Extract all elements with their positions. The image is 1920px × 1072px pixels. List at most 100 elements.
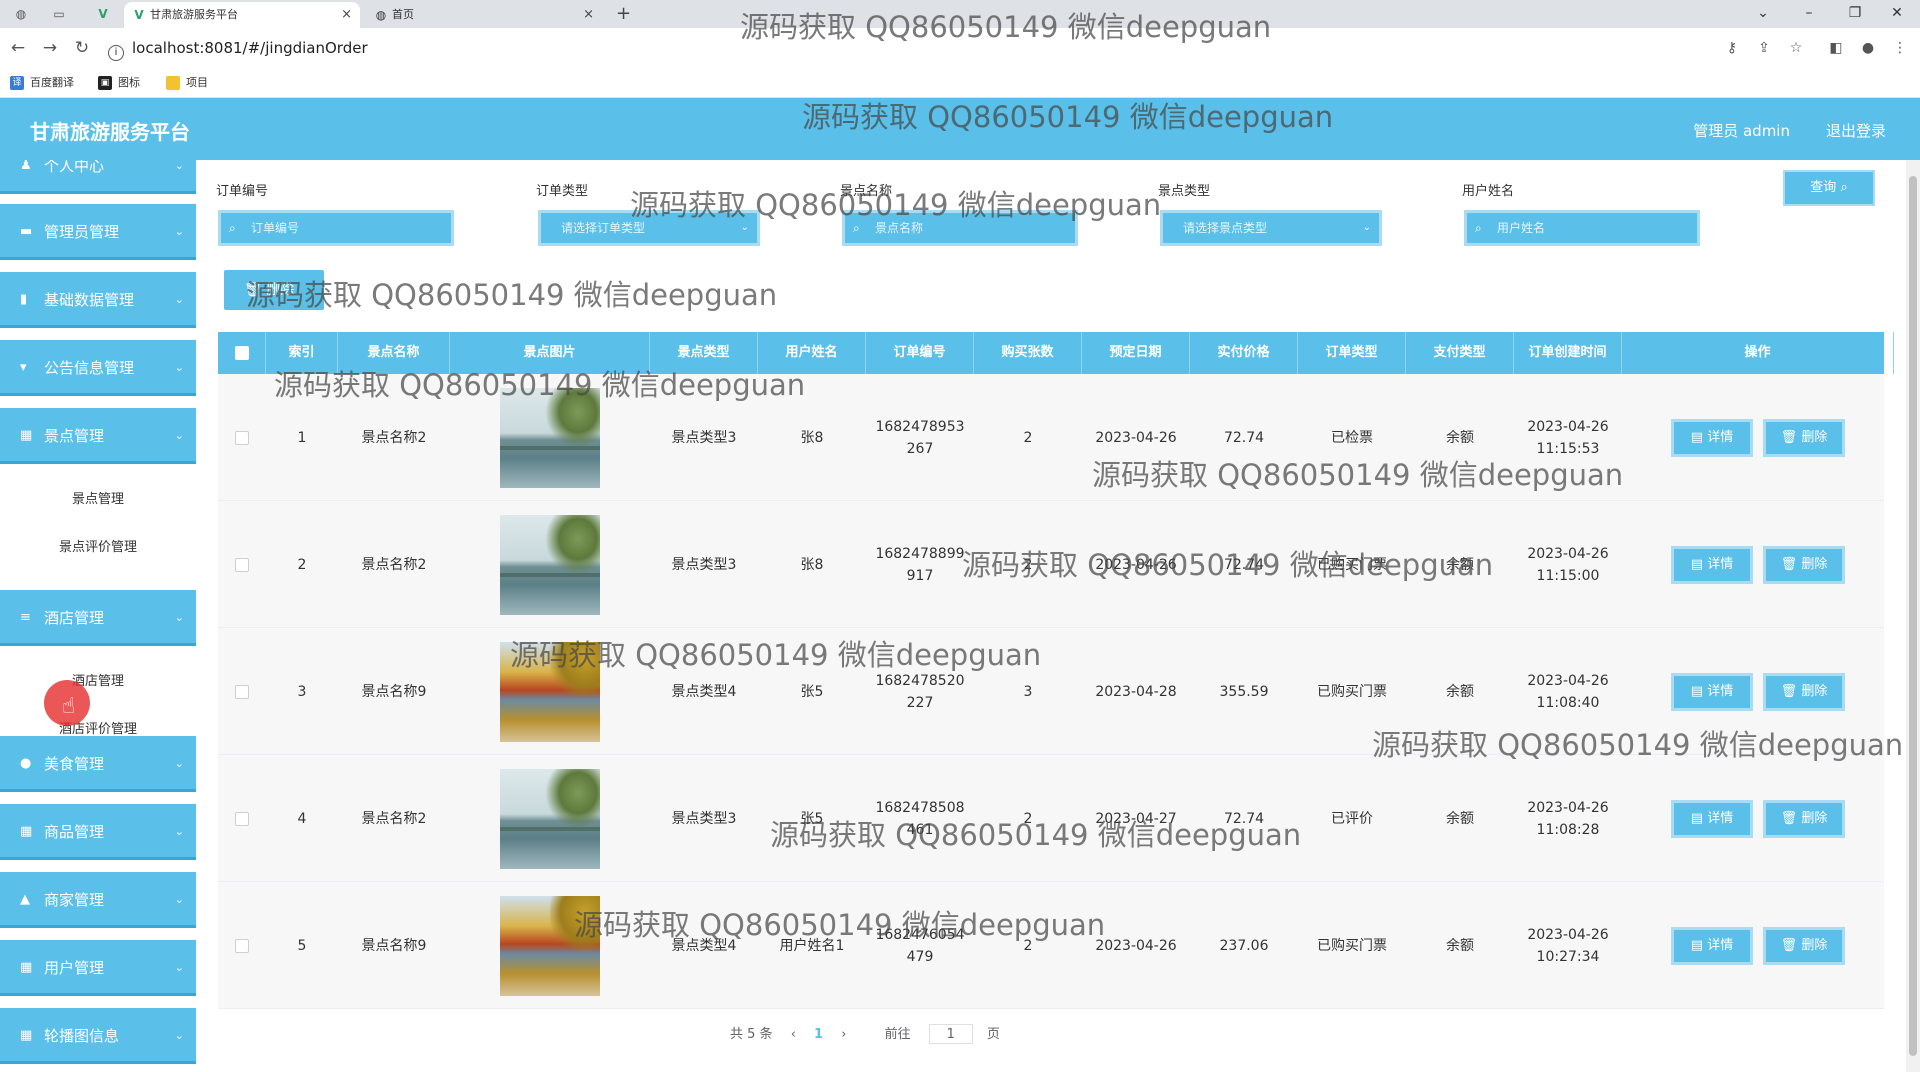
delete-button[interactable]: 🗑 删除 bbox=[1763, 799, 1845, 838]
sidebar-item-notice[interactable]: ▾ 公告信息管理 ⌄ bbox=[0, 340, 196, 396]
close-icon[interactable]: × bbox=[341, 2, 352, 28]
close-icon[interactable]: × bbox=[583, 2, 594, 28]
row-checkbox[interactable] bbox=[235, 430, 249, 445]
table-cell: 355.59 bbox=[1190, 628, 1298, 755]
bookmark-translate[interactable]: 译百度翻译 bbox=[10, 74, 74, 92]
tab-label: 甘肃旅游服务平台 bbox=[150, 8, 238, 21]
watermark: 源码获取 QQ86050149 微信deepguan bbox=[246, 278, 778, 312]
cell-order-no: 1682478899 917 bbox=[875, 543, 964, 587]
profile-icon[interactable]: ● bbox=[1858, 38, 1878, 58]
minimize-button[interactable]: – bbox=[1786, 0, 1832, 28]
tab-label: 首页 bbox=[392, 8, 414, 21]
cell-quantity: 3 bbox=[1023, 683, 1033, 700]
sidebar-item-food[interactable]: ● 美食管理 ⌄ bbox=[0, 736, 196, 792]
search-icon: ⌕ bbox=[1840, 180, 1848, 195]
sidebar-subitem-scenic[interactable]: 景点管理 bbox=[0, 476, 196, 524]
column-header: 订单创建时间 bbox=[1514, 332, 1622, 374]
sidebar-item-merchant[interactable]: ▲ 商家管理 ⌄ bbox=[0, 872, 196, 928]
delete-button[interactable]: 🗑 删除 bbox=[1763, 926, 1845, 965]
forward-icon[interactable]: → bbox=[38, 36, 62, 60]
sidebar-item-admin[interactable]: ▬ 管理员管理 ⌄ bbox=[0, 204, 196, 260]
document-icon: ▤ bbox=[1690, 429, 1704, 445]
table-cell: 景点类型3 bbox=[650, 501, 758, 628]
cell-order-type: 已购买门票 bbox=[1317, 937, 1387, 954]
query-button[interactable]: 查询 ⌕ bbox=[1783, 170, 1875, 206]
key-icon[interactable]: ⚷ bbox=[1722, 38, 1742, 58]
created-time: 11:08:40 bbox=[1536, 694, 1600, 711]
row-checkbox[interactable] bbox=[235, 557, 249, 572]
detail-button[interactable]: ▤ 详情 bbox=[1671, 926, 1753, 965]
delete-button[interactable]: 🗑 删除 bbox=[1763, 545, 1845, 584]
cell-index: 4 bbox=[297, 810, 307, 827]
cell-username: 张5 bbox=[800, 683, 824, 700]
table-cell: 5 bbox=[266, 882, 338, 1009]
scrollbar[interactable] bbox=[1906, 160, 1920, 1072]
detail-button[interactable]: ▤ 详情 bbox=[1671, 672, 1753, 711]
table-cell: 4 bbox=[266, 755, 338, 882]
filter-label: 用户姓名 bbox=[1462, 184, 1515, 199]
column-header: 支付类型 bbox=[1406, 332, 1514, 374]
delete-button[interactable]: 🗑 删除 bbox=[1763, 672, 1845, 711]
detail-button[interactable]: ▤ 详情 bbox=[1671, 545, 1753, 584]
prev-page-icon[interactable]: ‹ bbox=[791, 1025, 796, 1045]
row-checkbox[interactable] bbox=[235, 684, 249, 699]
created-date: 2023-04-26 bbox=[1527, 926, 1609, 943]
pagination: 共 5 条 ‹ 1 › 前往 1 页 bbox=[730, 1024, 1014, 1044]
sidebar-item-basic-data[interactable]: ▮ 基础数据管理 ⌄ bbox=[0, 272, 196, 328]
sidebar-item-profile[interactable]: ♟ 个人中心 ⌄ bbox=[0, 160, 196, 194]
cell-order-type: 已评价 bbox=[1331, 810, 1373, 827]
sidebar-subitem-hotel[interactable]: 酒店管理 bbox=[0, 658, 196, 706]
table-cell bbox=[450, 501, 650, 628]
column-header: 购买张数 bbox=[974, 332, 1082, 374]
new-tab-button[interactable]: + bbox=[616, 2, 631, 26]
sidebar-item-carousel[interactable]: ▦ 轮播图信息 ⌄ bbox=[0, 1008, 196, 1064]
row-checkbox[interactable] bbox=[235, 811, 249, 826]
chevron-down-icon: ⌄ bbox=[1362, 222, 1371, 233]
sidebar-item-user[interactable]: ▦ 用户管理 ⌄ bbox=[0, 940, 196, 996]
scrollbar-thumb[interactable] bbox=[1909, 176, 1917, 1056]
restore-button[interactable]: ❐ bbox=[1832, 0, 1878, 28]
tab-home[interactable]: ◍ 首页 × bbox=[366, 2, 602, 28]
menu-label: 酒店管理 bbox=[44, 609, 105, 627]
table-cell: 2023-04-26 10:27:34 bbox=[1514, 882, 1622, 1009]
chevron-down-icon[interactable]: ⌄ bbox=[1740, 0, 1786, 28]
star-icon[interactable]: ☆ bbox=[1786, 38, 1806, 58]
order-no-part: 917 bbox=[906, 567, 934, 584]
row-checkbox[interactable] bbox=[235, 938, 249, 953]
delete-button[interactable]: 🗑 删除 bbox=[1763, 418, 1845, 457]
scenic-type-select[interactable]: 请选择景点类型 ⌄ bbox=[1160, 210, 1382, 246]
globe-icon[interactable]: ◍ bbox=[10, 4, 32, 24]
watermark: 源码获取 QQ86050149 微信deepguan bbox=[630, 188, 1162, 222]
cell-order-no: 1682478520 227 bbox=[875, 670, 964, 714]
cell-date: 2023-04-26 bbox=[1095, 429, 1177, 446]
reload-icon[interactable]: ↻ bbox=[70, 36, 94, 60]
bookmark-project[interactable]: 项目 bbox=[166, 74, 208, 92]
table-cell bbox=[218, 628, 266, 755]
select-all-checkbox[interactable] bbox=[235, 346, 249, 360]
page-number[interactable]: 1 bbox=[814, 1025, 823, 1045]
username-input[interactable]: ⌕ 用户姓名 bbox=[1464, 210, 1700, 246]
share-icon[interactable]: ⇪ bbox=[1754, 38, 1774, 58]
sidebar-item-hotel[interactable]: ≡ 酒店管理 ⌄ bbox=[0, 590, 196, 646]
menu-icon[interactable]: ⋮ bbox=[1890, 38, 1910, 58]
detail-button[interactable]: ▤ 详情 bbox=[1671, 799, 1753, 838]
sidepanel-icon[interactable]: ◧ bbox=[1826, 38, 1846, 58]
tab-platform[interactable]: V 甘肃旅游服务平台 × bbox=[124, 2, 360, 28]
back-icon[interactable]: ← bbox=[6, 36, 30, 60]
table-cell: 张8 bbox=[758, 501, 866, 628]
window-close-button[interactable]: ✕ bbox=[1874, 0, 1920, 28]
sidebar-subitem-scenic-review[interactable]: 景点评价管理 bbox=[0, 524, 196, 572]
vue-icon[interactable]: V bbox=[92, 4, 114, 24]
sidebar-item-goods[interactable]: ▦ 商品管理 ⌄ bbox=[0, 804, 196, 860]
chevron-down-icon: ⌄ bbox=[174, 757, 184, 770]
detail-button[interactable]: ▤ 详情 bbox=[1671, 418, 1753, 457]
order-no-input[interactable]: ⌕ 订单编号 bbox=[218, 210, 454, 246]
bookmark-icons[interactable]: ▣ 图标 bbox=[98, 74, 140, 92]
logout-link[interactable]: 退出登录 bbox=[1826, 120, 1886, 141]
next-page-icon[interactable]: › bbox=[841, 1025, 846, 1045]
table-cell: 景点名称2 bbox=[338, 755, 450, 882]
sidebar-item-scenic[interactable]: ▦ 景点管理 ⌄ bbox=[0, 408, 196, 464]
tab-group-icon[interactable]: ▭ bbox=[48, 4, 70, 24]
table-cell: ▤ 详情 🗑 删除 bbox=[1622, 374, 1894, 501]
goto-input[interactable]: 1 bbox=[928, 1024, 973, 1044]
